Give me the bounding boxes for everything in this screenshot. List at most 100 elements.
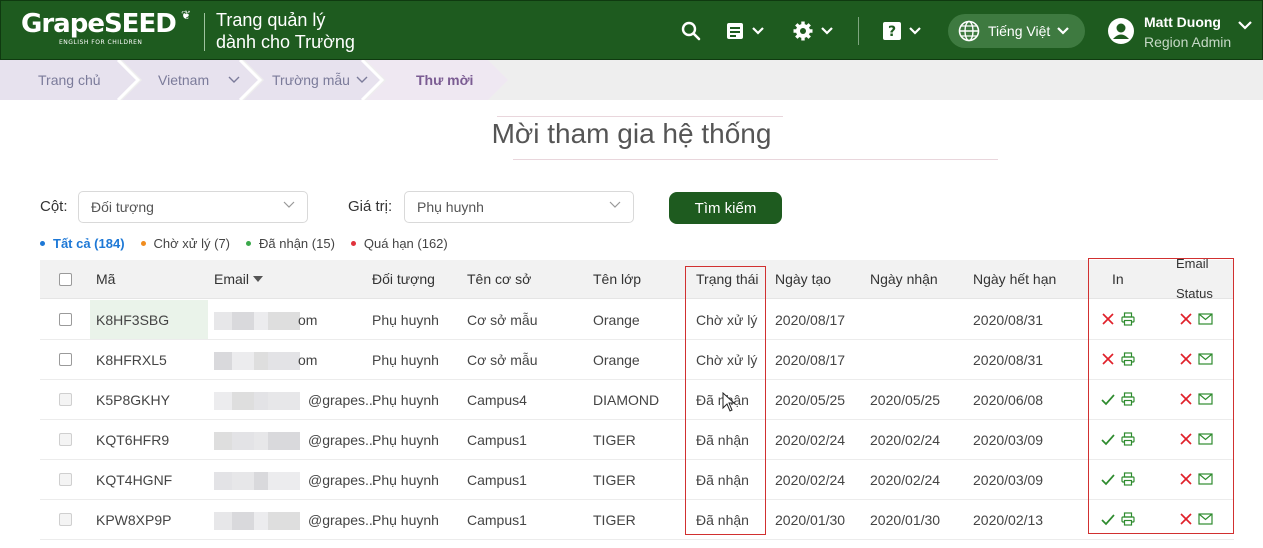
cell-received: 2020/02/24 (870, 432, 941, 448)
col-email-status-line2[interactable]: Status (1176, 286, 1213, 301)
table-row[interactable]: KQT6HFR9 @grapes... Phụ huynh Campus1 TI… (40, 420, 1234, 460)
col-received[interactable]: Ngày nhận (870, 271, 938, 287)
status-dot (40, 241, 45, 246)
cell-created: 2020/02/24 (775, 472, 846, 488)
value-select[interactable]: Phụ huynh (404, 191, 634, 223)
search-icon[interactable] (681, 16, 701, 46)
select-all-checkbox[interactable] (59, 273, 72, 286)
tab-expired[interactable]: Quá hạn (162) (350, 236, 448, 251)
language-label: Tiếng Việt (988, 23, 1051, 39)
cell-received: 2020/01/30 (870, 512, 941, 528)
row-checkbox[interactable] (59, 473, 72, 486)
value-label: Giá trị: (348, 198, 393, 215)
col-expiry[interactable]: Ngày hết hạn (973, 271, 1056, 287)
table-row[interactable]: KQT4HGNF @grapes... Phụ huynh Campus1 TI… (40, 460, 1234, 500)
printer-icon[interactable] (1121, 392, 1135, 406)
portal-title-line1: Trang quản lý (216, 10, 326, 30)
help-menu[interactable]: ? (882, 16, 922, 46)
printer-icon[interactable] (1121, 312, 1135, 326)
cross-icon (1180, 473, 1192, 485)
tab-label: Tất cả (184) (53, 236, 125, 251)
header-separator (858, 17, 859, 45)
table-header: Mã Email Đối tượng Tên cơ sở Tên lớp Trạ… (40, 256, 1234, 301)
chevron-down-icon[interactable] (1237, 19, 1253, 31)
tab-label: Chờ xử lý (7) (153, 236, 231, 251)
email-redacted (214, 380, 300, 420)
breadcrumb-school[interactable]: Trường mẫu (244, 60, 384, 100)
cell-class: DIAMOND (593, 392, 660, 408)
tab-received[interactable]: Đã nhận (15) (246, 236, 335, 251)
settings-menu[interactable] (792, 16, 834, 46)
col-email-status-line1[interactable]: Email (1176, 256, 1209, 271)
envelope-icon[interactable] (1198, 433, 1213, 445)
breadcrumb-country[interactable]: Vietnam (122, 60, 262, 100)
cell-status: Chờ xử lý (696, 312, 758, 328)
cell-status: Chờ xử lý (696, 352, 758, 368)
envelope-icon[interactable] (1198, 513, 1213, 525)
table-row[interactable]: K8HF3SBG om Phụ huynh Cơ sở mẫu Orange C… (40, 300, 1234, 340)
cross-icon (1180, 353, 1192, 365)
row-checkbox[interactable] (59, 433, 72, 446)
cell-expiry: 2020/02/13 (973, 512, 1044, 528)
mouse-cursor-icon (722, 392, 736, 412)
table-row[interactable]: KPW8XP9P @grapes... Phụ huynh Campus1 TI… (40, 500, 1234, 540)
table-row[interactable]: K8HFRXL5 om Phụ huynh Cơ sở mẫu Orange C… (40, 340, 1234, 380)
chevron-down-icon (609, 201, 621, 208)
tab-label: Quá hạn (162) (363, 236, 448, 251)
cell-target: Phụ huynh (372, 352, 439, 368)
col-print[interactable]: In (1112, 271, 1124, 287)
col-email[interactable]: Email (214, 271, 264, 287)
row-checkbox[interactable] (59, 313, 72, 326)
table-row[interactable]: K5P8GKHY @grapes... Phụ huynh Campus4 DI… (40, 380, 1234, 420)
cell-created: 2020/08/17 (775, 352, 846, 368)
tab-pending[interactable]: Chờ xử lý (7) (140, 236, 231, 251)
cell-code: KPW8XP9P (96, 512, 172, 528)
breadcrumb-home[interactable]: Trang chủ (0, 60, 140, 100)
document-menu[interactable] (725, 16, 765, 46)
col-code[interactable]: Mã (96, 271, 115, 287)
cell-expiry: 2020/08/31 (973, 352, 1044, 368)
check-icon (1101, 434, 1115, 446)
envelope-icon[interactable] (1198, 393, 1213, 405)
user-name[interactable]: Matt Duong (1144, 14, 1221, 30)
envelope-icon[interactable] (1198, 353, 1213, 365)
cell-created: 2020/01/30 (775, 512, 846, 528)
search-button[interactable]: Tìm kiếm (669, 192, 782, 224)
user-icon[interactable] (1107, 17, 1135, 45)
cross-icon (1102, 313, 1114, 325)
cell-class: TIGER (593, 512, 636, 528)
document-icon (727, 23, 743, 39)
cell-email: om (298, 312, 318, 328)
status-dot (140, 241, 146, 246)
breadcrumb-invitations[interactable]: Thư mời (366, 60, 510, 100)
cell-campus: Campus4 (467, 392, 527, 408)
col-status[interactable]: Trạng thái (696, 271, 759, 287)
col-created[interactable]: Ngày tạo (775, 271, 831, 287)
printer-icon[interactable] (1121, 472, 1135, 486)
cell-expiry: 2020/06/08 (973, 392, 1044, 408)
column-label: Cột: (40, 198, 68, 215)
cell-campus: Campus1 (467, 512, 527, 528)
row-checkbox[interactable] (59, 393, 72, 406)
cell-created: 2020/05/25 (775, 392, 846, 408)
col-target[interactable]: Đối tượng (372, 271, 435, 287)
row-checkbox[interactable] (59, 513, 72, 526)
col-class[interactable]: Tên lớp (593, 271, 641, 287)
language-selector[interactable]: Tiếng Việt (948, 14, 1085, 48)
printer-icon[interactable] (1121, 512, 1135, 526)
col-campus[interactable]: Tên cơ sở (467, 271, 531, 287)
cell-campus: Campus1 (467, 472, 527, 488)
envelope-icon[interactable] (1198, 473, 1213, 485)
cell-created: 2020/08/17 (775, 312, 846, 328)
cell-target: Phụ huynh (372, 312, 439, 328)
envelope-icon[interactable] (1198, 313, 1213, 325)
row-checkbox[interactable] (59, 353, 72, 366)
column-select[interactable]: Đối tượng (78, 191, 308, 223)
logo-subtitle: ENGLISH FOR CHILDREN (59, 39, 143, 46)
printer-icon[interactable] (1121, 352, 1135, 366)
cell-campus: Campus1 (467, 432, 527, 448)
tab-all[interactable]: Tất cả (184) (40, 236, 125, 251)
help-icon: ? (883, 22, 901, 40)
printer-icon[interactable] (1121, 432, 1135, 446)
grapeseed-logo[interactable]: GrapeSEED ENGLISH FOR CHILDREN ❦ (21, 8, 201, 54)
